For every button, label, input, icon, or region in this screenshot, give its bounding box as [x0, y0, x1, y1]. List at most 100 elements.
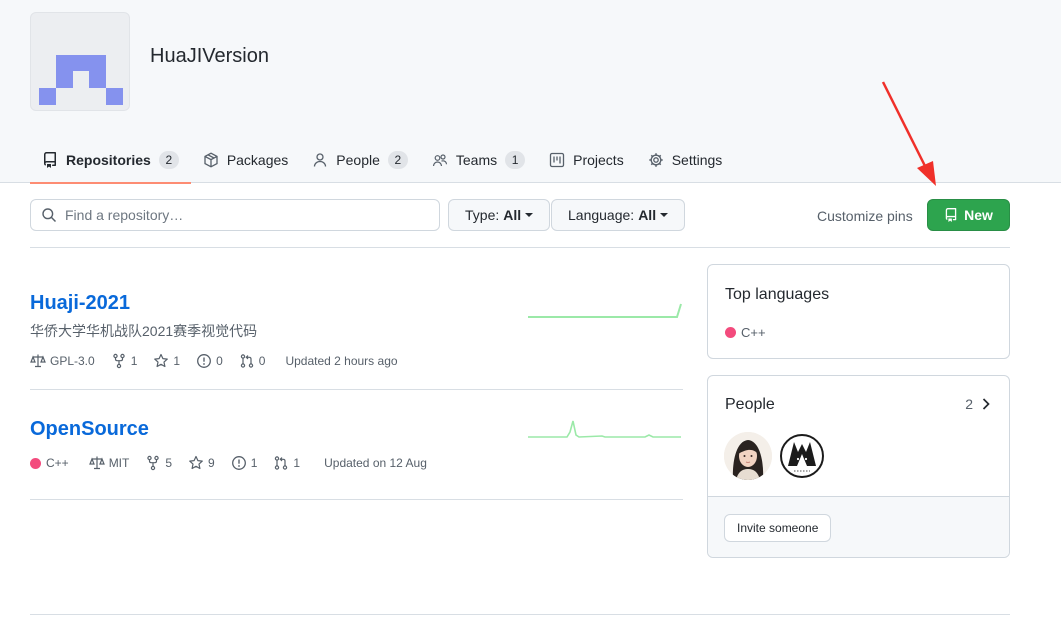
top-languages-box: Top languages C++ [707, 264, 1010, 359]
tab-people[interactable]: People 2 [300, 136, 420, 183]
org-avatar [30, 12, 130, 111]
type-filter-label: Type: [465, 207, 500, 223]
issues-link[interactable]: 0 [196, 353, 223, 369]
people-counter: 2 [387, 150, 408, 169]
star-icon [154, 353, 169, 368]
org-header: HuaJIVersion Repositories 2 Packages Peo… [0, 0, 1061, 184]
people-icon [432, 153, 447, 166]
issues-count: 0 [216, 354, 223, 368]
updated-time: Updated 2 hours ago [285, 354, 398, 368]
language-filter-value: All [638, 207, 657, 223]
stars-link[interactable]: 1 [153, 353, 180, 369]
type-filter-value: All [503, 207, 522, 223]
tab-repositories-label: Repositories [66, 151, 151, 168]
pulls-link[interactable]: 0 [239, 353, 266, 369]
member-avatar[interactable] [778, 432, 826, 480]
package-icon [204, 151, 218, 168]
invite-someone-button[interactable]: Invite someone [724, 514, 832, 542]
activity-sparkline [528, 303, 682, 318]
repo-description: 华侨大学华机战队2021赛季视觉代码 [30, 323, 258, 339]
bottom-divider [30, 614, 1010, 615]
top-languages-title: Top languages [725, 286, 830, 303]
tab-packages-label: Packages [226, 151, 289, 168]
people-box: People 2 Invite someone [707, 375, 1010, 558]
caret-down-icon [660, 213, 669, 217]
stars-count: 1 [173, 354, 181, 368]
top-language-label: C++ [741, 325, 766, 340]
search-icon [42, 208, 57, 223]
repo-meta: GPL-3.0 1 1 0 0 Updated 2 hours ago [30, 353, 683, 369]
new-repo-button[interactable]: New [927, 199, 1010, 231]
fork-icon [113, 353, 125, 369]
people-title[interactable]: People [725, 396, 775, 414]
top-language-item[interactable]: C++ [725, 325, 766, 340]
repo-meta: C++ MIT 5 9 1 1 Updated on 12 Aug [30, 455, 683, 471]
license-label: GPL-3.0 [50, 354, 95, 368]
tab-teams-label: Teams [455, 151, 498, 168]
gear-icon [649, 152, 663, 167]
tab-projects[interactable]: Projects [537, 136, 636, 183]
issues-link[interactable]: 1 [231, 455, 258, 471]
pulls-count: 0 [258, 354, 266, 368]
toolbar-divider [30, 247, 1010, 248]
org-nav-tabs: Repositories 2 Packages People 2 Teams 1… [30, 136, 735, 184]
repo-icon [945, 208, 957, 222]
activity-sparkline [528, 420, 681, 438]
repo-separator [30, 499, 683, 500]
issues-count: 1 [250, 456, 258, 470]
language-color-dot [30, 457, 41, 469]
tab-settings-label: Settings [671, 151, 723, 168]
people-box-footer: Invite someone [708, 496, 1009, 557]
chevron-right-icon[interactable] [981, 397, 991, 411]
forks-count: 1 [130, 354, 138, 368]
repo-search [30, 199, 440, 231]
teams-counter: 1 [505, 150, 526, 169]
star-icon [189, 455, 203, 470]
tab-people-label: People [336, 151, 380, 168]
license-item: MIT [88, 455, 130, 471]
forks-link[interactable]: 1 [111, 353, 138, 369]
law-icon [30, 354, 46, 368]
tab-packages[interactable]: Packages [191, 136, 300, 183]
person-icon [314, 152, 327, 167]
language-filter-dropdown[interactable]: Language: All [551, 199, 686, 231]
pull-request-icon [275, 456, 288, 470]
forks-link[interactable]: 5 [145, 455, 172, 471]
language-label: C++ [46, 456, 69, 470]
issue-icon [197, 354, 212, 368]
pulls-count: 1 [293, 456, 301, 470]
member-avatar[interactable] [724, 432, 772, 480]
caret-down-icon [525, 213, 534, 217]
project-icon [549, 152, 565, 167]
forks-count: 5 [165, 456, 173, 470]
language-item: C++ [30, 456, 69, 470]
stars-count: 9 [208, 456, 215, 470]
repositories-counter: 2 [158, 150, 179, 169]
fork-icon [147, 455, 160, 471]
updated-time: Updated on 12 Aug [324, 456, 427, 470]
repo-icon [43, 151, 56, 168]
type-filter-dropdown[interactable]: Type: All [448, 199, 551, 231]
member-photo [724, 432, 772, 480]
new-button-label: New [964, 207, 993, 223]
issue-icon [231, 456, 246, 470]
tab-settings[interactable]: Settings [636, 136, 735, 183]
tab-repositories[interactable]: Repositories 2 [30, 136, 191, 184]
customize-pins-link[interactable]: Customize pins [817, 208, 913, 224]
pull-request-icon [240, 354, 253, 368]
tab-projects-label: Projects [573, 151, 624, 168]
tab-teams[interactable]: Teams 1 [420, 136, 537, 183]
repo-separator [30, 389, 683, 390]
member-logo [780, 434, 824, 478]
people-count: 2 [965, 396, 973, 412]
language-color-dot [725, 327, 736, 338]
stars-link[interactable]: 9 [188, 455, 215, 471]
pulls-link[interactable]: 1 [273, 455, 300, 471]
org-name: HuaJIVersion [150, 45, 269, 67]
license-item: GPL-3.0 [30, 353, 95, 369]
law-icon [88, 456, 105, 470]
language-filter-label: Language: [568, 207, 635, 223]
search-input[interactable] [65, 207, 425, 223]
org-logo [39, 55, 123, 105]
license-label: MIT [108, 456, 130, 470]
